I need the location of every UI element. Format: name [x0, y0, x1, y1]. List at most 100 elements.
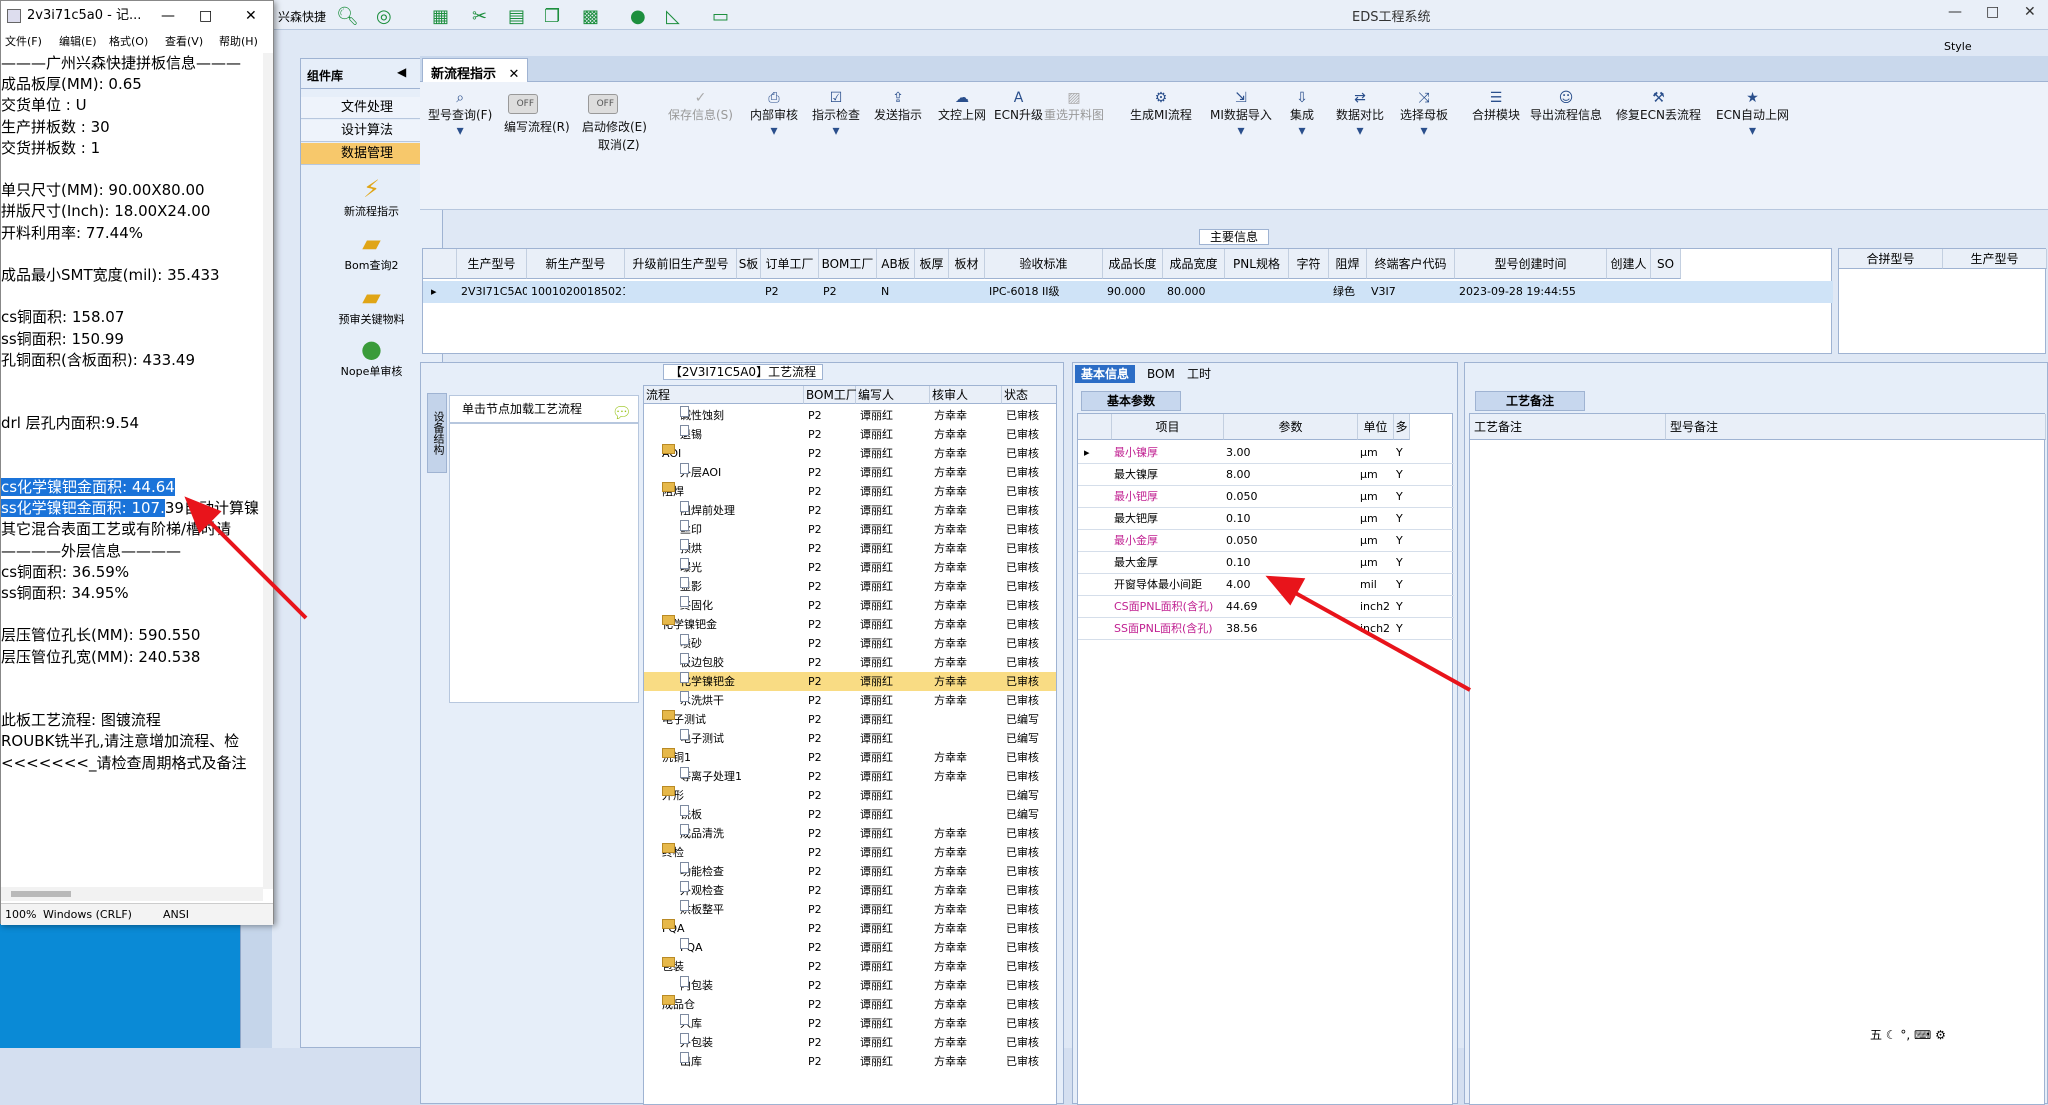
tree-leaf-row[interactable]: 外层AOI P2 谭丽红 方幸幸 已审核: [644, 463, 1056, 482]
close-button[interactable]: ✕: [245, 1, 257, 31]
notepad-text-area[interactable]: ———广州兴森快捷拼板信息——— 成品板厚(MM): 0.65 交货单位 : U 生产…: [1, 53, 263, 883]
param-row[interactable]: SS面PNL面积(含孔) 38.56 inch2 Y: [1078, 618, 1454, 640]
tree-leaf-row[interactable]: 预烘 P2 谭丽红 方幸幸 已审核: [644, 539, 1056, 558]
tree-leaf-row[interactable]: 阻焊前处理 P2 谭丽红 方幸幸 已审核: [644, 501, 1056, 520]
param-row[interactable]: 最大镍厚 8.00 μm Y: [1078, 464, 1454, 486]
tree-leaf-row[interactable]: 外包装 P2 谭丽红 方幸幸 已审核: [644, 1033, 1056, 1052]
user-icon[interactable]: ●: [630, 6, 646, 27]
tree-leaf-row[interactable]: 功能检查 P2 谭丽红 方幸幸 已审核: [644, 862, 1056, 881]
tree-folder-row[interactable]: −外形 P2 谭丽红 已编写: [644, 786, 1056, 805]
export-flow-button[interactable]: ☺ 导出流程信息: [1530, 90, 1602, 123]
prev-icon[interactable]: ◀: [397, 65, 406, 79]
tree-folder-row[interactable]: −AOI P2 谭丽红 方幸幸 已审核: [644, 444, 1056, 463]
instruction-check-button[interactable]: ☑ 指示检查 ▾: [812, 90, 860, 139]
tree-folder-row[interactable]: −包装 P2 谭丽红 方幸幸 已审核: [644, 957, 1056, 976]
write-flow-toggle[interactable]: OFF: [508, 94, 538, 114]
horizontal-scrollbar[interactable]: [1, 887, 263, 901]
data-compare-button[interactable]: ⇄ 数据对比 ▾: [1336, 90, 1384, 139]
tab-basic-info[interactable]: 基本信息: [1075, 365, 1136, 383]
mi-import-button[interactable]: ⇲ MI数据导入 ▾: [1210, 90, 1272, 139]
tree-leaf-row[interactable]: 水洗烘干 P2 谭丽红 方幸幸 已审核: [644, 691, 1056, 710]
tree-folder-row[interactable]: −FQA P2 谭丽红 方幸幸 已审核: [644, 919, 1056, 938]
doc-upload-button[interactable]: ☁ 文控上网: [938, 90, 986, 123]
tree-leaf-row[interactable]: 烘板整平 P2 谭丽红 方幸幸 已审核: [644, 900, 1056, 919]
search-icon[interactable]: 🔍︎: [336, 6, 359, 27]
merge-module-button[interactable]: ☰ 合拼模块: [1472, 90, 1520, 123]
menu-file[interactable]: 文件(F): [5, 31, 42, 53]
fix-ecn-button[interactable]: ⚒ 修复ECN丢流程: [1616, 90, 1701, 123]
tree-folder-row[interactable]: −终检 P2 谭丽红 方幸幸 已审核: [644, 843, 1056, 862]
vertical-scrollbar[interactable]: [263, 53, 273, 889]
param-grid[interactable]: 项目 参数 单位 多 ▸ 最小镍厚 3.00 μm Y 最大镍厚 8.00 μm Y 最小钯厚 0.…: [1077, 413, 1454, 1105]
menu-help[interactable]: 帮助(H): [219, 31, 258, 53]
tree-leaf-row[interactable]: 显影 P2 谭丽红 方幸幸 已审核: [644, 577, 1056, 596]
table-icon[interactable]: ▦: [432, 6, 449, 27]
internal-review-button[interactable]: ⎙ 内部审核 ▾: [750, 90, 798, 139]
tree-leaf-row[interactable]: 退锡 P2 谭丽红 方幸幸 已审核: [644, 425, 1056, 444]
merge-grid[interactable]: 合拼型号 生产型号: [1838, 248, 2047, 354]
param-row[interactable]: 最大金厚 0.10 μm Y: [1078, 552, 1454, 574]
tree-leaf-row[interactable]: 喷砂 P2 谭丽红 方幸幸 已审核: [644, 634, 1056, 653]
help-ring-icon[interactable]: ◎: [376, 6, 392, 27]
grid-icon[interactable]: ▩: [582, 6, 599, 27]
tab-hours[interactable]: 工时: [1181, 365, 1217, 383]
param-row[interactable]: 开窗导体最小间距 4.00 mil Y: [1078, 574, 1454, 596]
tree-folder-row[interactable]: −化学镍钯金 P2 谭丽红 方幸幸 已审核: [644, 615, 1056, 634]
integrate-button[interactable]: ⇩ 集成 ▾: [1290, 90, 1314, 139]
param-row[interactable]: 最大钯厚 0.10 μm Y: [1078, 508, 1454, 530]
save-button[interactable]: ✓ 保存信息(S): [668, 90, 733, 123]
minimize-button[interactable]: —: [161, 1, 175, 31]
tree-leaf-row[interactable]: 入库 P2 谭丽红 方幸幸 已审核: [644, 1014, 1056, 1033]
chart-icon[interactable]: ◺: [666, 6, 680, 27]
tree-leaf-row[interactable]: 等离子处理1 P2 谭丽红 方幸幸 已审核: [644, 767, 1056, 786]
query-button[interactable]: ⌕ 型号查询(F) ▾: [428, 90, 492, 139]
load-flow-hint[interactable]: 单击节点加载工艺流程 💬︎: [449, 395, 639, 423]
tree-leaf-row[interactable]: 化学镍钯金 P2 谭丽红 方幸幸 已审核: [644, 672, 1056, 691]
tree-leaf-row[interactable]: 成品清洗 P2 谭丽红 方幸幸 已审核: [644, 824, 1056, 843]
tree-leaf-row[interactable]: 铣板 P2 谭丽红 已编写: [644, 805, 1056, 824]
menu-format[interactable]: 格式(O): [109, 31, 148, 53]
tree-leaf-row[interactable]: 丝印 P2 谭丽红 方幸幸 已审核: [644, 520, 1056, 539]
tree-leaf-row[interactable]: 碱性蚀刻 P2 谭丽红 方幸幸 已审核: [644, 406, 1056, 425]
tree-leaf-row[interactable]: 内包装 P2 谭丽红 方幸幸 已审核: [644, 976, 1056, 995]
copy-icon[interactable]: ❐: [544, 6, 560, 27]
tree-leaf-row[interactable]: 板边包胶 P2 谭丽红 方幸幸 已审核: [644, 653, 1056, 672]
start-modify-toggle[interactable]: OFF: [588, 94, 618, 114]
param-row[interactable]: 最小钯厚 0.050 μm Y: [1078, 486, 1454, 508]
tree-folder-row[interactable]: −电子测试 P2 谭丽红 已编写: [644, 710, 1056, 729]
close-tab-icon[interactable]: ✕: [509, 67, 520, 82]
tree-leaf-row[interactable]: 外观检查 P2 谭丽红 方幸幸 已审核: [644, 881, 1056, 900]
param-row[interactable]: ▸ 最小镍厚 3.00 μm Y: [1078, 442, 1454, 464]
tree-folder-row[interactable]: −成品仓 P2 谭丽红 方幸幸 已审核: [644, 995, 1056, 1014]
tree-leaf-row[interactable]: 电子测试 P2 谭丽红 已编写: [644, 729, 1056, 748]
select-mother-button[interactable]: ⤨ 选择母板 ▾: [1400, 90, 1448, 139]
send-instruction-button[interactable]: ⇪ 发送指示: [874, 90, 922, 123]
cancel-button[interactable]: 取消(Z): [598, 136, 640, 153]
tree-folder-row[interactable]: −阻焊 P2 谭丽红 方幸幸 已审核: [644, 482, 1056, 501]
tab-bom[interactable]: BOM: [1141, 365, 1181, 383]
tree-leaf-row[interactable]: 出库 P2 谭丽红 方幸幸 已审核: [644, 1052, 1056, 1071]
style-menu[interactable]: Style: [1944, 40, 1972, 53]
param-row[interactable]: 最小金厚 0.050 μm Y: [1078, 530, 1454, 552]
close-button[interactable]: ✕: [2024, 4, 2036, 20]
tree-leaf-row[interactable]: FQA P2 谭丽红 方幸幸 已审核: [644, 938, 1056, 957]
tree-leaf-row[interactable]: 曝光 P2 谭丽红 方幸幸 已审核: [644, 558, 1056, 577]
gen-mi-button[interactable]: ⚙ 生成MI流程: [1130, 90, 1192, 123]
notes-grid[interactable]: 工艺备注 型号备注: [1469, 413, 2046, 1105]
param-row[interactable]: CS面PNL面积(含孔) 44.69 inch2 Y: [1078, 596, 1454, 618]
tree-leaf-row[interactable]: 终固化 P2 谭丽红 方幸幸 已审核: [644, 596, 1056, 615]
ecn-auto-button[interactable]: ★ ECN自动上网 ▾: [1716, 90, 1789, 139]
tab-new-flow[interactable]: 新流程指示 ✕: [422, 58, 529, 82]
monitor-icon[interactable]: ▭: [712, 6, 729, 27]
maximize-button[interactable]: □: [199, 1, 212, 31]
maximize-button[interactable]: □: [1986, 4, 1999, 20]
vertical-tab-equipment[interactable]: 设备结构: [427, 393, 447, 473]
main-info-grid[interactable]: 生产型号 新生产型号 升级前旧生产型号 S板 订单工厂 BOM工厂 AB板 板厚…: [422, 248, 1833, 354]
tree-folder-row[interactable]: −沉铜1 P2 谭丽红 方幸幸 已审核: [644, 748, 1056, 767]
scissors-icon[interactable]: ✂: [472, 6, 487, 27]
minimize-button[interactable]: —: [1948, 4, 1962, 20]
reselect-image-button[interactable]: ▨ 重选开料图: [1044, 90, 1104, 123]
process-tree[interactable]: 流程 BOM工厂 编写人 核审人 状态 碱性蚀刻 P2 谭丽红 方幸幸 已审核 退锡 P2 谭…: [643, 385, 1057, 1105]
ecn-upgrade-button[interactable]: A ECN升级: [994, 90, 1043, 123]
menu-edit[interactable]: 编辑(E): [59, 31, 97, 53]
